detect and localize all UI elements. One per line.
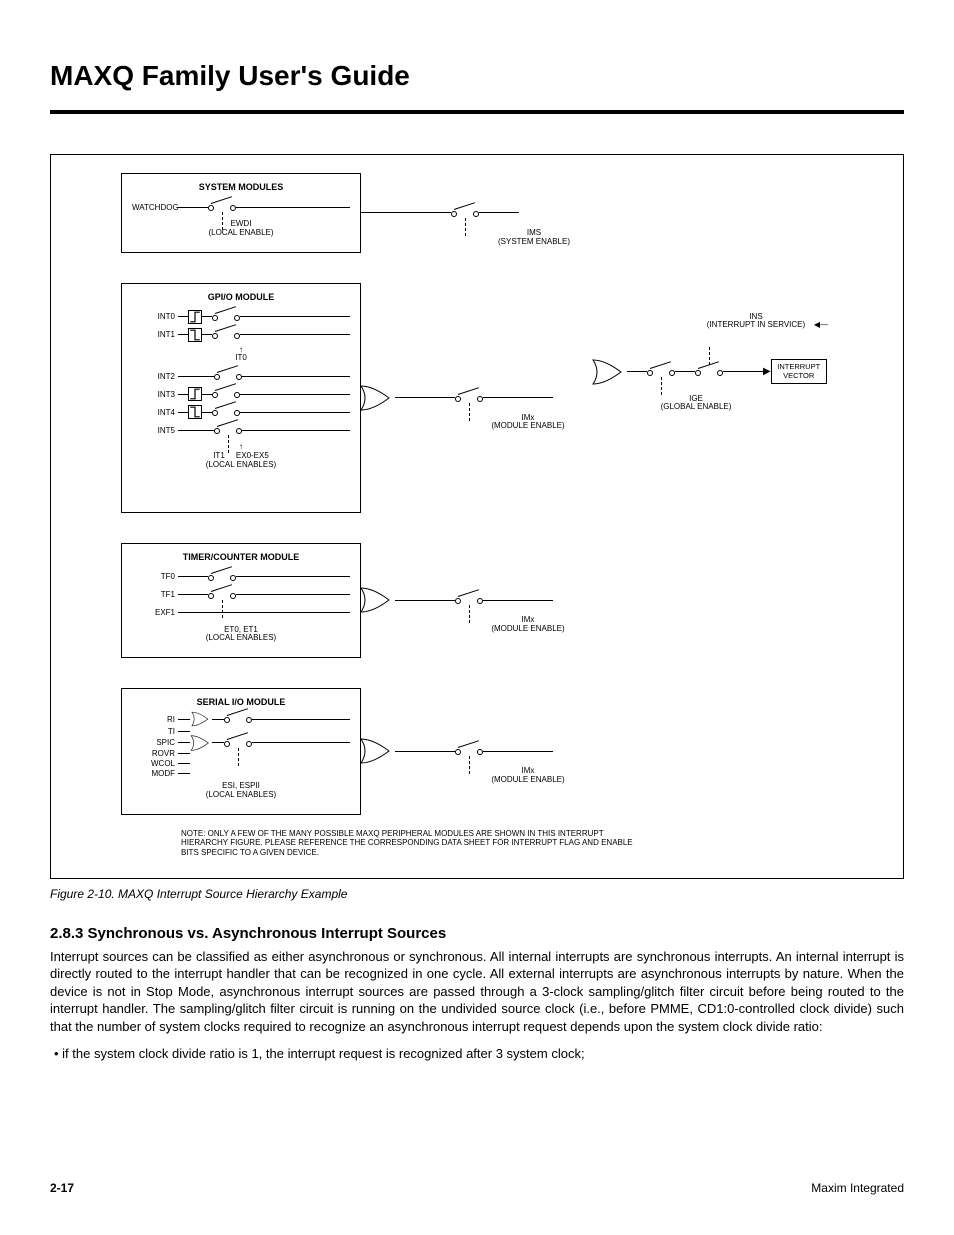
signal-spic: SPIC <box>132 738 178 747</box>
switch-icon <box>451 208 479 218</box>
or-gate-icon <box>359 384 395 412</box>
figure-note: NOTE: ONLY A FEW OF THE MANY POSSIBLE MA… <box>181 829 641 858</box>
signal-rovr: ROVR <box>132 749 178 758</box>
rising-edge-icon <box>188 310 202 324</box>
switch-icon <box>455 746 483 756</box>
gpio-module-box: GPI/O MODULE INT0 INT1 <box>121 283 361 513</box>
signal-modf: MODF <box>132 769 178 778</box>
switch-icon <box>212 407 240 417</box>
title-rule <box>50 110 904 114</box>
or-gate-icon <box>190 733 212 753</box>
switch-icon <box>647 367 675 377</box>
it0-label: IT0 <box>235 353 247 362</box>
switch-icon <box>208 590 236 600</box>
row-system: SYSTEM MODULES WATCHDOG EWDI (LOCAL ENAB… <box>121 173 833 253</box>
ins-1: INS <box>749 312 762 321</box>
signal-ri: RI <box>132 715 178 724</box>
ige-1: IGE <box>689 394 703 403</box>
signal-int1: INT1 <box>132 330 178 339</box>
serial-module-box: SERIAL I/O MODULE RI TI SPIC ROVR WCOL M… <box>121 688 361 815</box>
signal-int0: INT0 <box>132 312 178 321</box>
serial-mod-1: IMx <box>522 766 535 775</box>
timer-mod-1: IMx <box>522 615 535 624</box>
timer-module-title: TIMER/COUNTER MODULE <box>132 552 350 562</box>
switch-icon <box>212 389 240 399</box>
switch-icon <box>695 367 723 377</box>
or-gate-icon <box>190 711 212 727</box>
ige-2: (GLOBAL ENABLE) <box>661 402 732 411</box>
falling-edge-icon <box>188 328 202 342</box>
signal-wcol: WCOL <box>132 759 178 768</box>
timer-local-2: (LOCAL ENABLES) <box>206 633 276 642</box>
switch-icon <box>214 371 242 381</box>
or-gate-icon <box>359 586 395 614</box>
serial-local-1: ESI, ESPII <box>222 781 260 790</box>
switch-icon <box>212 330 240 340</box>
signal-int4: INT4 <box>132 408 178 417</box>
switch-icon <box>208 202 236 212</box>
page-footer: 2-17 Maxim Integrated <box>50 1181 904 1195</box>
system-module-box: SYSTEM MODULES WATCHDOG EWDI (LOCAL ENAB… <box>121 173 361 253</box>
switch-icon <box>212 312 240 322</box>
system-local-enable-1: EWDI <box>231 219 252 228</box>
serial-module-title: SERIAL I/O MODULE <box>132 697 350 707</box>
system-local-enable-2: (LOCAL ENABLE) <box>208 228 273 237</box>
section-heading: 2.8.3 Synchronous vs. Asynchronous Inter… <box>50 925 904 942</box>
timer-module-box: TIMER/COUNTER MODULE TF0 TF1 EXF1 ET0, E… <box>121 543 361 659</box>
page-number: 2-17 <box>50 1181 74 1195</box>
figure-caption: Figure 2-10. MAXQ Interrupt Source Hiera… <box>50 887 904 901</box>
switch-icon <box>224 714 252 724</box>
it1-label: IT1 <box>213 451 225 460</box>
switch-icon <box>208 572 236 582</box>
signal-int3: INT3 <box>132 390 178 399</box>
system-mod-enable-2: (SYSTEM ENABLE) <box>498 237 570 246</box>
gpio-local-1: EX0-EX5 <box>236 451 269 460</box>
figure-frame: SYSTEM MODULES WATCHDOG EWDI (LOCAL ENAB… <box>50 154 904 879</box>
switch-icon <box>224 738 252 748</box>
section-body: Interrupt sources can be classified as e… <box>50 948 904 1036</box>
interrupt-vector-box: INTERRUPT VECTOR <box>771 359 827 384</box>
page-title: MAXQ Family User's Guide <box>50 60 904 92</box>
gpio-module-title: GPI/O MODULE <box>132 292 350 302</box>
falling-edge-icon <box>188 405 202 419</box>
switch-icon <box>455 393 483 403</box>
gpio-local-2: (LOCAL ENABLES) <box>206 460 276 469</box>
bullet-1: • if the system clock divide ratio is 1,… <box>54 1045 904 1063</box>
or-gate-icon <box>359 737 395 765</box>
timer-local-1: ET0, ET1 <box>224 625 258 634</box>
row-gpio: GPI/O MODULE INT0 INT1 <box>121 283 833 513</box>
switch-icon <box>455 595 483 605</box>
switch-icon <box>214 425 242 435</box>
rising-edge-icon <box>188 387 202 401</box>
signal-exf1: EXF1 <box>132 608 178 617</box>
system-module-title: SYSTEM MODULES <box>132 182 350 192</box>
system-mod-enable-1: IMS <box>527 228 541 237</box>
publisher: Maxim Integrated <box>811 1181 904 1195</box>
gpio-mod-1: IMx <box>522 413 535 422</box>
signal-int5: INT5 <box>132 426 178 435</box>
signal-int2: INT2 <box>132 372 178 381</box>
signal-ti: TI <box>132 727 178 736</box>
row-serial: SERIAL I/O MODULE RI TI SPIC ROVR WCOL M… <box>121 688 833 815</box>
or-gate-icon <box>591 358 627 386</box>
serial-mod-2: (MODULE ENABLE) <box>491 775 564 784</box>
serial-local-2: (LOCAL ENABLES) <box>206 790 276 799</box>
gpio-mod-2: (MODULE ENABLE) <box>491 421 564 430</box>
signal-watchdog: WATCHDOG <box>132 203 178 212</box>
signal-tf1: TF1 <box>132 590 178 599</box>
signal-tf0: TF0 <box>132 572 178 581</box>
timer-mod-2: (MODULE ENABLE) <box>491 624 564 633</box>
row-timer: TIMER/COUNTER MODULE TF0 TF1 EXF1 ET0, E… <box>121 543 833 659</box>
ins-2: (INTERRUPT IN SERVICE) <box>707 320 805 329</box>
